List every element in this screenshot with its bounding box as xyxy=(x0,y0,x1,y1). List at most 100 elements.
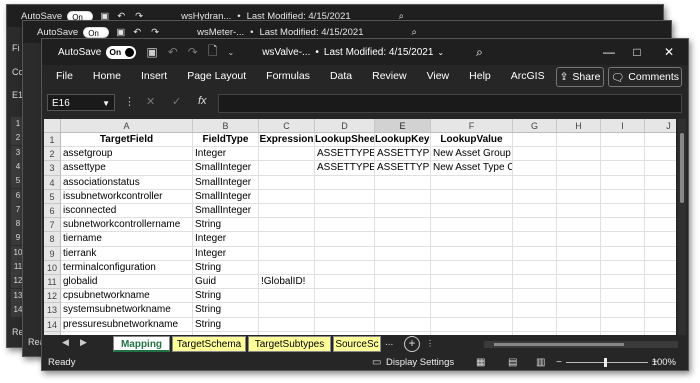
row-header[interactable]: 13 xyxy=(44,303,61,318)
cell[interactable] xyxy=(315,303,375,318)
cell[interactable]: New Asset Type Code xyxy=(431,161,513,176)
cell[interactable] xyxy=(513,232,557,247)
cell[interactable]: cpsubnetworkname xyxy=(61,289,193,304)
cell[interactable] xyxy=(431,260,513,275)
column-header-e[interactable]: E xyxy=(375,119,431,133)
cell[interactable] xyxy=(557,275,601,290)
cell[interactable] xyxy=(431,175,513,190)
menu-data[interactable]: Data xyxy=(330,70,352,82)
cell[interactable]: String xyxy=(193,317,259,332)
cell[interactable] xyxy=(315,175,375,190)
cell[interactable] xyxy=(513,260,557,275)
row-header[interactable]: 14 xyxy=(44,317,61,332)
cell[interactable] xyxy=(375,317,431,332)
redo-icon[interactable]: ↷ xyxy=(151,27,159,38)
cell[interactable]: ASSETTYPE xyxy=(375,147,431,162)
header-cell[interactable]: FieldType xyxy=(193,133,259,148)
select-all-corner[interactable] xyxy=(44,119,61,133)
cell[interactable] xyxy=(513,331,557,335)
undo-icon[interactable]: ↶ xyxy=(133,27,141,38)
cell[interactable] xyxy=(431,189,513,204)
cell[interactable] xyxy=(601,317,645,332)
cell[interactable]: Guid xyxy=(193,275,259,290)
cell[interactable] xyxy=(259,331,315,335)
column-header-h[interactable]: H xyxy=(557,119,601,133)
cell[interactable]: String xyxy=(193,303,259,318)
cell[interactable] xyxy=(513,289,557,304)
menu-page-layout[interactable]: Page Layout xyxy=(187,70,246,82)
row-header[interactable]: 10 xyxy=(44,260,61,275)
column-header-b[interactable]: B xyxy=(193,119,259,133)
add-sheet-icon[interactable]: + xyxy=(404,336,420,352)
column-header-g[interactable]: G xyxy=(513,119,557,133)
cell[interactable] xyxy=(645,161,676,176)
more-options-icon[interactable]: ⋮ xyxy=(426,339,434,348)
cell[interactable] xyxy=(259,218,315,233)
header-cell[interactable] xyxy=(601,133,645,148)
cell[interactable] xyxy=(513,175,557,190)
horizontal-scrollbar[interactable] xyxy=(484,341,678,348)
cell[interactable] xyxy=(315,331,375,335)
cell[interactable] xyxy=(315,260,375,275)
cell[interactable] xyxy=(431,303,513,318)
cell[interactable]: subnetworkcontrollername xyxy=(61,218,193,233)
row-header[interactable]: 7 xyxy=(44,218,61,233)
column-header-f[interactable]: F xyxy=(431,119,513,133)
row-header[interactable]: 12 xyxy=(44,289,61,304)
row-header[interactable]: 6 xyxy=(44,204,61,219)
menu-file[interactable]: File xyxy=(56,70,73,82)
maximize-button[interactable]: □ xyxy=(622,39,652,65)
close-button[interactable]: ✕ xyxy=(654,39,684,65)
cell[interactable] xyxy=(557,218,601,233)
cell[interactable]: ASSETTYPE xyxy=(315,161,375,176)
cell[interactable] xyxy=(375,303,431,318)
cell[interactable]: !GlobalID! xyxy=(259,275,315,290)
cell[interactable] xyxy=(431,204,513,219)
cell[interactable] xyxy=(601,289,645,304)
cell[interactable] xyxy=(601,232,645,247)
cell[interactable] xyxy=(645,218,676,233)
cell[interactable] xyxy=(259,204,315,219)
redo-icon[interactable]: ↷ xyxy=(188,45,198,59)
cell[interactable] xyxy=(259,147,315,162)
cell[interactable] xyxy=(259,189,315,204)
cell[interactable] xyxy=(375,275,431,290)
menu-review[interactable]: Review xyxy=(372,70,406,82)
cell[interactable] xyxy=(513,246,557,261)
cell[interactable] xyxy=(557,161,601,176)
row-header[interactable]: 15 xyxy=(44,331,61,335)
autosave-toggle[interactable]: On xyxy=(83,26,110,38)
page-layout-view-icon[interactable]: ▤ xyxy=(508,355,517,370)
tab-next-icon[interactable]: ▶ xyxy=(80,337,87,348)
cell[interactable] xyxy=(645,190,676,204)
cell[interactable] xyxy=(645,176,676,190)
menu-help[interactable]: Help xyxy=(469,70,491,82)
cell[interactable] xyxy=(431,289,513,304)
row-header[interactable]: 2 xyxy=(44,147,61,162)
enter-icon[interactable]: ✓ xyxy=(172,95,181,108)
cell[interactable] xyxy=(431,317,513,332)
header-cell[interactable]: Expression xyxy=(259,133,315,148)
cell[interactable] xyxy=(645,261,676,275)
undo-icon[interactable]: ↶ xyxy=(168,45,178,59)
name-box[interactable]: E16 ▼ xyxy=(47,94,115,111)
display-settings-icon[interactable]: ▭ xyxy=(372,355,381,370)
cell[interactable] xyxy=(259,175,315,190)
header-cell[interactable]: LookupKeys xyxy=(375,133,431,148)
cell[interactable] xyxy=(375,289,431,304)
cell[interactable] xyxy=(513,189,557,204)
cell[interactable] xyxy=(259,246,315,261)
search-icon[interactable]: ⌕ xyxy=(476,45,483,60)
cell[interactable] xyxy=(601,147,645,162)
row-header[interactable]: 11 xyxy=(44,275,61,290)
header-cell[interactable] xyxy=(513,133,557,148)
tab-targetsubtypes[interactable]: TargetSubtypes xyxy=(248,336,331,352)
cell[interactable] xyxy=(645,232,676,247)
column-header-i[interactable]: I xyxy=(601,119,645,133)
cell[interactable] xyxy=(375,175,431,190)
cell[interactable] xyxy=(645,204,676,219)
row-header[interactable]: 9 xyxy=(44,246,61,261)
cell[interactable] xyxy=(645,303,676,318)
cell[interactable] xyxy=(513,204,557,219)
column-header-d[interactable]: D xyxy=(315,119,375,133)
